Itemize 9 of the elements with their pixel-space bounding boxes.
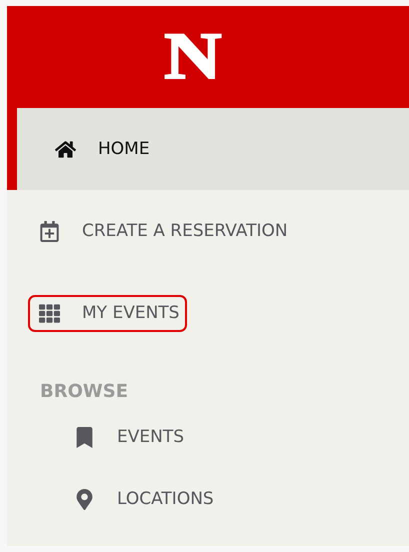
nav-link[interactable]: EVENTS <box>63 418 192 456</box>
logo: N <box>164 24 222 90</box>
nav-link[interactable]: HOME <box>44 130 158 168</box>
nav-link[interactable]: MY EVENTS <box>28 294 188 332</box>
nav-link[interactable]: CREATE A RESERVATION <box>28 212 296 250</box>
home-icon <box>52 138 78 160</box>
nav-link[interactable]: LOCATIONS <box>63 480 222 518</box>
section-heading: BROWSE <box>40 381 128 402</box>
grid-icon <box>36 302 62 324</box>
